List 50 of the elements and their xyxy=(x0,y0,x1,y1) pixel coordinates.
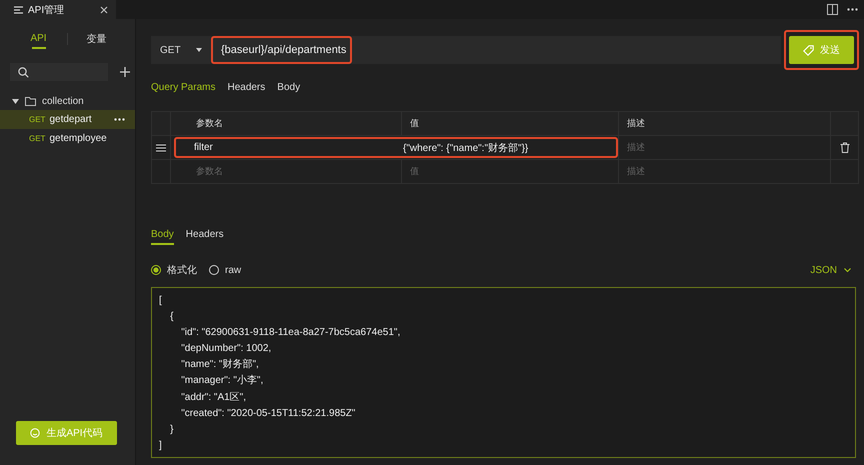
folder-item[interactable]: collection xyxy=(0,92,135,110)
search-icon xyxy=(18,66,29,78)
more-icon[interactable] xyxy=(847,8,858,11)
column-header: 值 xyxy=(402,112,619,135)
url-field[interactable]: {baseurl}/api/departments xyxy=(221,44,346,56)
split-view-icon[interactable] xyxy=(827,4,838,15)
request-item[interactable]: GET getemployee xyxy=(0,129,135,148)
response-tab[interactable]: Body xyxy=(151,229,174,245)
tab-title: API管理 xyxy=(28,4,66,16)
folder-icon xyxy=(25,96,36,106)
param-value-field[interactable]: {"where": {"name":"财务部"}} xyxy=(403,140,528,154)
request-name: getdepart xyxy=(49,114,93,125)
param-name-field[interactable]: filter xyxy=(176,142,403,153)
format-radio[interactable]: 格式化 xyxy=(151,263,197,277)
request-tab[interactable]: Headers xyxy=(227,82,266,102)
code-line: "addr": "A1区", xyxy=(180,390,248,405)
code-line: "name": "财务部", xyxy=(180,358,260,372)
method-dropdown[interactable]: GET xyxy=(151,44,211,56)
method-label: GET xyxy=(29,134,46,143)
format-radio[interactable]: raw xyxy=(209,264,242,276)
column-header: 描述 xyxy=(619,112,831,135)
code-line: [ xyxy=(159,294,163,308)
language-dropdown[interactable]: JSON xyxy=(810,264,851,276)
method-label: GET xyxy=(29,115,46,124)
list-icon xyxy=(14,6,23,14)
chevron-icon xyxy=(844,268,851,272)
search-field[interactable] xyxy=(10,63,108,81)
close-icon[interactable] xyxy=(100,6,108,14)
code-line: ] xyxy=(159,438,163,453)
request-tab[interactable]: Query Params xyxy=(151,82,216,102)
code-line: } xyxy=(169,422,174,437)
code-line: "depNumber": 1002, xyxy=(180,342,272,356)
code-line: "manager": "小李", xyxy=(180,374,264,388)
smile-icon xyxy=(30,428,40,438)
add-icon[interactable] xyxy=(120,67,130,77)
more-icon[interactable] xyxy=(114,118,125,121)
tag-icon xyxy=(803,44,814,56)
caret-icon xyxy=(196,48,202,52)
trash-icon[interactable] xyxy=(840,142,850,153)
request-tab[interactable]: Body xyxy=(277,82,300,102)
code-line: { xyxy=(169,310,174,324)
code-line: "created": "2020-05-15T11:52:21.985Z" xyxy=(180,406,356,421)
column-header: 参数名 xyxy=(171,112,402,135)
window-tab[interactable]: API管理 xyxy=(0,0,116,19)
drag-handle-icon[interactable] xyxy=(156,144,166,152)
response-tab[interactable]: Headers xyxy=(186,229,224,249)
code-line: "id": "62900631-9118-11ea-8a27-7bc5ca674e51", xyxy=(180,326,402,340)
sidebar-tab[interactable]: 变量 xyxy=(68,26,125,52)
request-item[interactable]: GET getdepart xyxy=(0,110,135,129)
request-name: getemployee xyxy=(49,133,108,144)
